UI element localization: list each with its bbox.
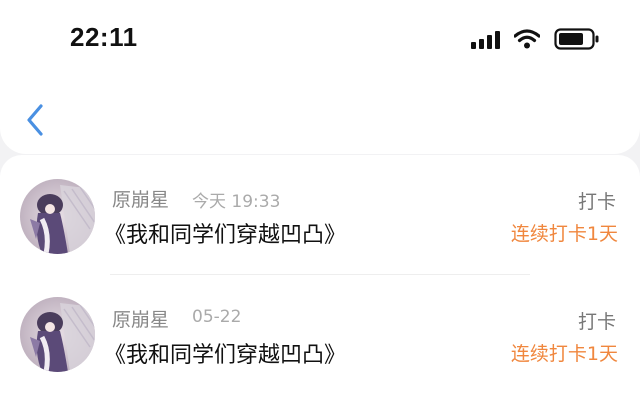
avatar-image xyxy=(20,297,95,372)
avatar[interactable] xyxy=(20,179,95,254)
user-name: 原崩星 xyxy=(112,309,170,331)
checkin-time: 05-22 xyxy=(192,307,242,327)
checkin-label: 打卡 xyxy=(577,191,616,213)
avatar[interactable] xyxy=(20,297,95,372)
list-item[interactable]: 原崩星 05-22 《我和同学们穿越凹凸》 打卡 连续打卡1天 xyxy=(0,275,640,393)
screen: 22:11 原崩星 今天 19:33 《我和同学们穿越凹凸》 打卡 连续打卡1天… xyxy=(0,0,640,412)
streak-label: 连续打卡1天 xyxy=(510,343,618,365)
status-icons xyxy=(471,28,600,50)
list-item[interactable]: 原崩星 今天 19:33 《我和同学们穿越凹凸》 打卡 连续打卡1天 xyxy=(0,155,640,273)
book-title: 《我和同学们穿越凹凸》 xyxy=(104,223,347,248)
checkin-time: 今天 19:33 xyxy=(192,192,281,212)
battery-icon xyxy=(554,28,599,50)
user-name: 原崩星 xyxy=(112,189,170,211)
wifi-icon xyxy=(514,29,540,49)
chevron-left-icon xyxy=(27,104,43,136)
checkin-label: 打卡 xyxy=(577,311,616,333)
book-title: 《我和同学们穿越凹凸》 xyxy=(104,343,347,368)
streak-label: 连续打卡1天 xyxy=(510,223,618,245)
status-time: 22:11 xyxy=(70,22,138,52)
avatar-image xyxy=(20,179,95,254)
cellular-signal-icon xyxy=(471,29,500,49)
header: 22:11 xyxy=(0,0,640,154)
back-button[interactable] xyxy=(16,100,52,140)
checkin-list: 原崩星 今天 19:33 《我和同学们穿越凹凸》 打卡 连续打卡1天 原崩星 0… xyxy=(0,155,640,412)
